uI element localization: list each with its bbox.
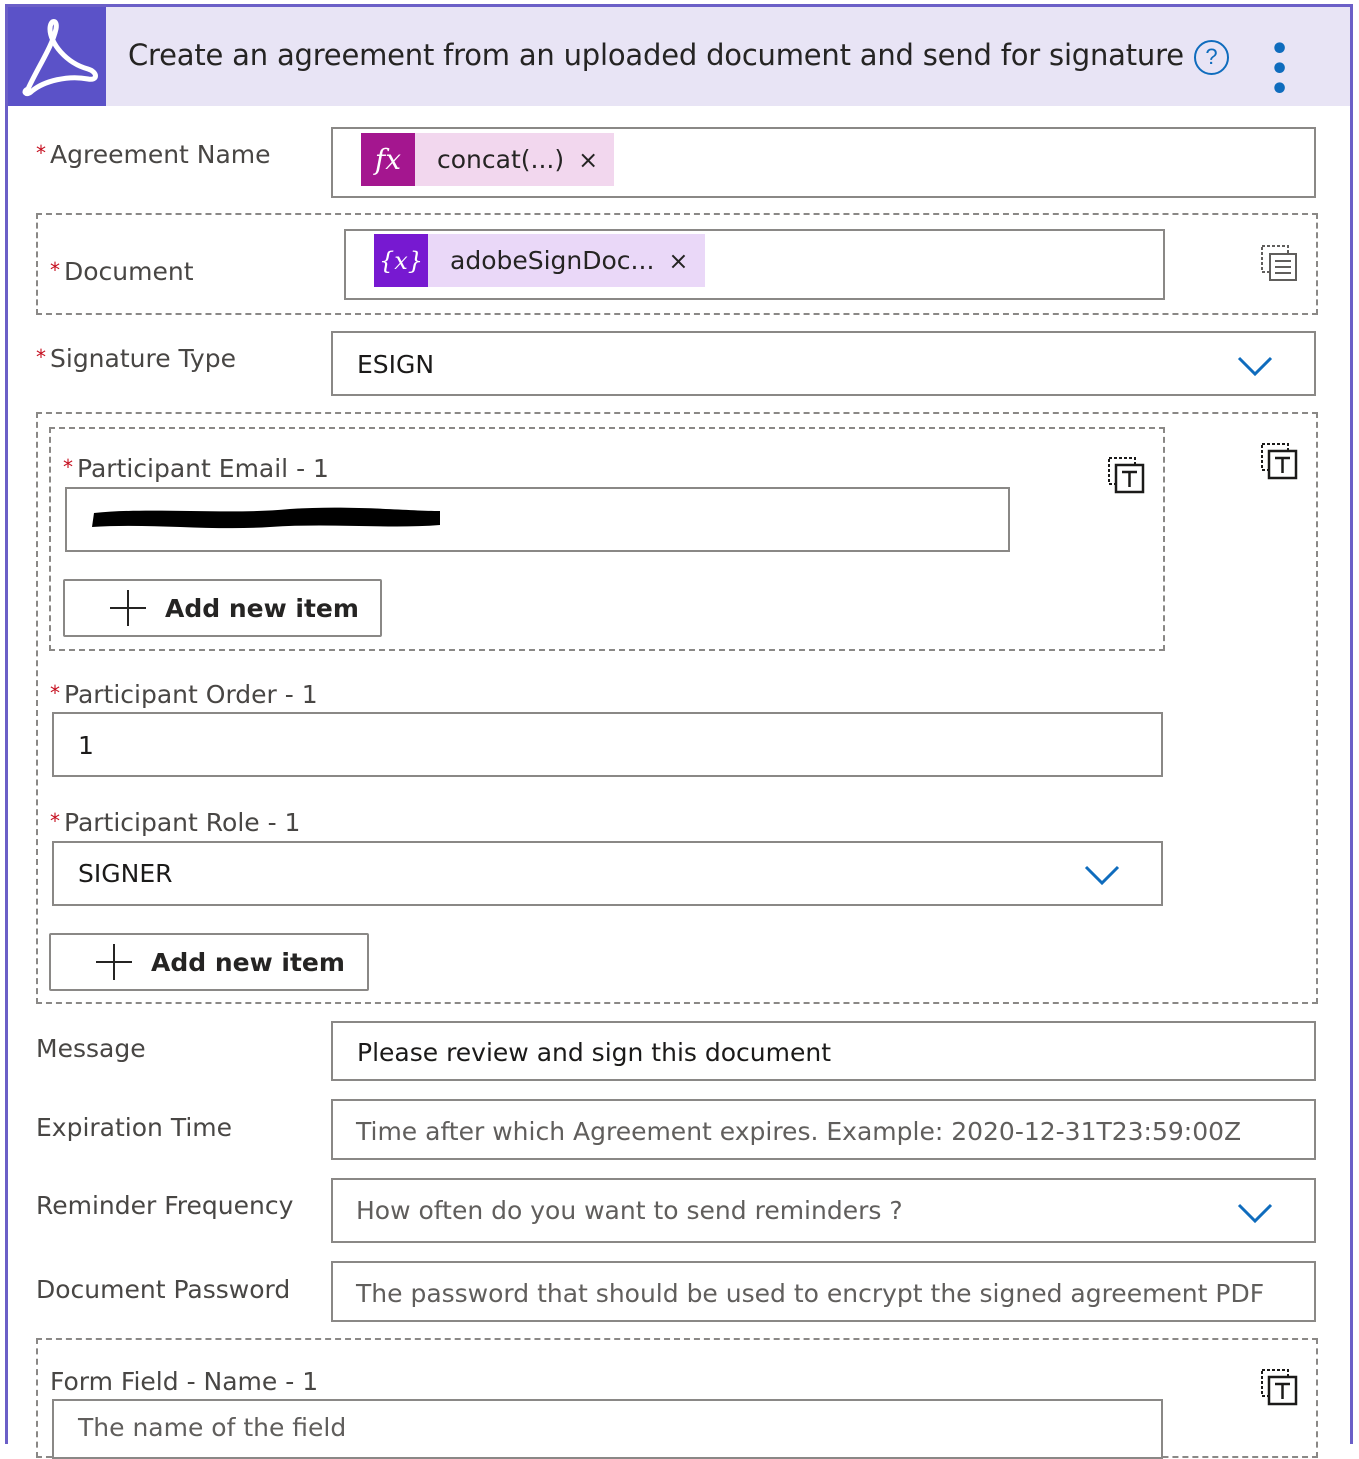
participant-email-label: * Participant Email - 1: [63, 454, 329, 483]
required-marker: *: [63, 455, 73, 479]
participant-order-value: 1: [78, 731, 94, 760]
agreement-name-token[interactable]: fx concat(...) ×: [361, 133, 615, 186]
document-password-placeholder: The password that should be used to encr…: [356, 1279, 1265, 1308]
required-marker: *: [50, 809, 60, 833]
reminder-frequency-placeholder: How often do you want to send reminders …: [356, 1196, 903, 1225]
agreement-name-label: * Agreement Name: [36, 140, 271, 169]
signature-type-dropdown[interactable]: [331, 331, 1316, 396]
add-new-item-button[interactable]: Add new item: [49, 933, 369, 991]
participant-order-label: * Participant Order - 1: [50, 680, 318, 709]
plus-icon: [110, 590, 146, 626]
chevron-down-icon[interactable]: [1237, 1202, 1273, 1228]
token-label: adobeSignDoc...: [450, 246, 655, 275]
action-title: Create an agreement from an uploaded doc…: [128, 38, 1184, 72]
message-label: Message: [36, 1034, 146, 1063]
button-label: Add new item: [165, 593, 359, 623]
required-marker: *: [50, 681, 60, 705]
form-field-name-label: Form Field - Name - 1: [50, 1367, 319, 1396]
participant-role-dropdown[interactable]: [52, 841, 1163, 906]
remove-token-icon[interactable]: ×: [668, 247, 704, 275]
switch-to-table-icon[interactable]: [1259, 243, 1299, 287]
plus-icon: [96, 944, 132, 980]
chevron-down-icon[interactable]: [1237, 355, 1273, 381]
more-options-icon[interactable]: • • •: [1270, 35, 1330, 105]
add-new-item-button[interactable]: Add new item: [63, 579, 382, 637]
expiration-time-placeholder: Time after which Agreement expires. Exam…: [356, 1117, 1242, 1146]
document-token[interactable]: {x} adobeSignDoc... ×: [374, 234, 705, 287]
participant-order-input[interactable]: [52, 712, 1163, 777]
fx-function-icon: fx: [361, 133, 415, 186]
switch-to-text-mode-icon[interactable]: [1106, 455, 1146, 499]
participant-role-label: * Participant Role - 1: [50, 808, 301, 837]
required-marker: *: [36, 141, 46, 165]
remove-token-icon[interactable]: ×: [578, 146, 614, 174]
document-password-label: Document Password: [36, 1275, 291, 1304]
signature-type-label: * Signature Type: [36, 344, 236, 373]
signature-type-value: ESIGN: [357, 350, 435, 379]
form-field-name-placeholder: The name of the field: [78, 1413, 347, 1442]
switch-to-text-mode-icon[interactable]: [1259, 1367, 1299, 1411]
help-icon[interactable]: ?: [1194, 40, 1229, 75]
adobe-acrobat-sign-logo: [8, 7, 106, 106]
message-value: Please review and sign this document: [357, 1038, 832, 1067]
document-label: * Document: [50, 257, 194, 286]
variable-icon: {x}: [374, 234, 428, 287]
token-label: concat(...): [437, 145, 565, 174]
button-label: Add new item: [151, 947, 345, 977]
participant-role-value: SIGNER: [78, 859, 173, 888]
required-marker: *: [50, 258, 60, 282]
expiration-time-label: Expiration Time: [36, 1113, 233, 1142]
chevron-down-icon[interactable]: [1084, 864, 1120, 890]
redacted-email: [90, 505, 442, 531]
reminder-frequency-label: Reminder Frequency: [36, 1191, 294, 1220]
required-marker: *: [36, 345, 46, 369]
switch-to-text-mode-icon[interactable]: [1259, 441, 1299, 485]
